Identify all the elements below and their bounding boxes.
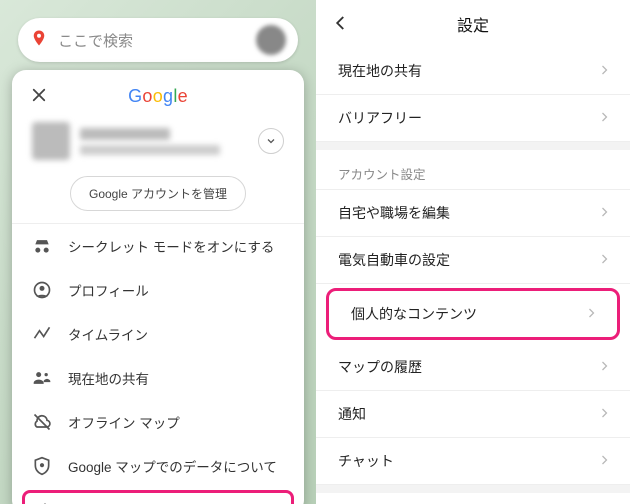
item-edit-home-work[interactable]: 自宅や職場を編集 [316,190,630,237]
account-sheet: Google Google アカウントを管理 シークレット モードをオンにする … [12,70,304,504]
item-location-sharing[interactable]: 現在地の共有 [316,48,630,95]
cloud-off-icon [32,412,52,432]
phone-right: 設定 現在地の共有 バリアフリー アカウント設定 自宅や職場を編集 電気自動車の… [316,0,630,504]
page-title: 設定 [457,12,489,36]
menu-label: Google マップでのデータについて [68,456,277,476]
menu-offline-maps[interactable]: オフライン マップ [12,400,304,444]
highlight-personal-content: 個人的なコンテンツ [326,288,620,340]
item-personal-content[interactable]: 個人的なコンテンツ [329,291,617,337]
item-label: 電気自動車の設定 [338,250,450,270]
chevron-right-icon [598,252,610,268]
chevron-right-icon [598,453,610,469]
menu-label: シークレット モードをオンにする [68,236,274,256]
item-notifications[interactable]: 通知 [316,391,630,438]
item-label: バリアフリー [338,108,422,128]
item-accessibility[interactable]: バリアフリー [316,95,630,142]
menu-profile[interactable]: プロフィール [12,268,304,312]
chevron-right-icon [585,306,597,322]
item-label: 通知 [338,404,366,424]
google-logo: Google [128,86,188,107]
search-placeholder: ここで検索 [58,30,256,51]
manage-account-button[interactable]: Google アカウントを管理 [70,176,246,211]
user-icon [32,280,52,300]
account-avatar [32,122,70,160]
chevron-right-icon [598,110,610,126]
menu-incognito[interactable]: シークレット モードをオンにする [12,224,304,268]
account-text [80,128,248,155]
item-label: 現在地の共有 [338,61,422,81]
back-icon[interactable] [332,14,350,37]
avatar[interactable] [256,25,286,55]
menu-location-sharing[interactable]: 現在地の共有 [12,356,304,400]
chevron-right-icon [598,359,610,375]
item-label: マップの履歴 [338,357,422,377]
incognito-icon [32,236,52,256]
shield-icon [32,456,52,476]
chevron-right-icon [598,406,610,422]
item-label: 個人的なコンテンツ [351,304,477,324]
pin-icon [30,27,48,54]
item-maps-history[interactable]: マップの履歴 [316,344,630,391]
item-label: チャット [338,451,394,471]
chevron-down-icon[interactable] [258,128,284,154]
chevron-right-icon [598,63,610,79]
menu-maps-data[interactable]: Google マップでのデータについて [12,444,304,488]
menu-label: 現在地の共有 [68,368,149,388]
menu-settings[interactable]: 設定 [22,490,294,504]
menu: シークレット モードをオンにする プロフィール タイムライン 現在地の共有 オフ… [12,223,304,504]
share-location-icon [32,368,52,388]
search-bar[interactable]: ここで検索 [18,18,298,62]
menu-timeline[interactable]: タイムライン [12,312,304,356]
item-chat[interactable]: チャット [316,438,630,485]
item-label: 自宅や職場を編集 [338,203,450,223]
menu-label: オフライン マップ [68,412,180,432]
menu-label: プロフィール [68,280,149,300]
section-account: アカウント設定 [316,142,630,190]
section-route-tab: 経路タブ [316,485,630,504]
close-icon[interactable] [30,86,48,109]
item-ev-settings[interactable]: 電気自動車の設定 [316,237,630,284]
phone-left: ここで検索 Google Google アカウントを管理 シークレット モードを… [0,0,316,504]
timeline-icon [32,324,52,344]
settings-header: 設定 [316,0,630,48]
account-row[interactable] [12,118,304,170]
chevron-right-icon [598,205,610,221]
menu-label: タイムライン [68,324,148,344]
